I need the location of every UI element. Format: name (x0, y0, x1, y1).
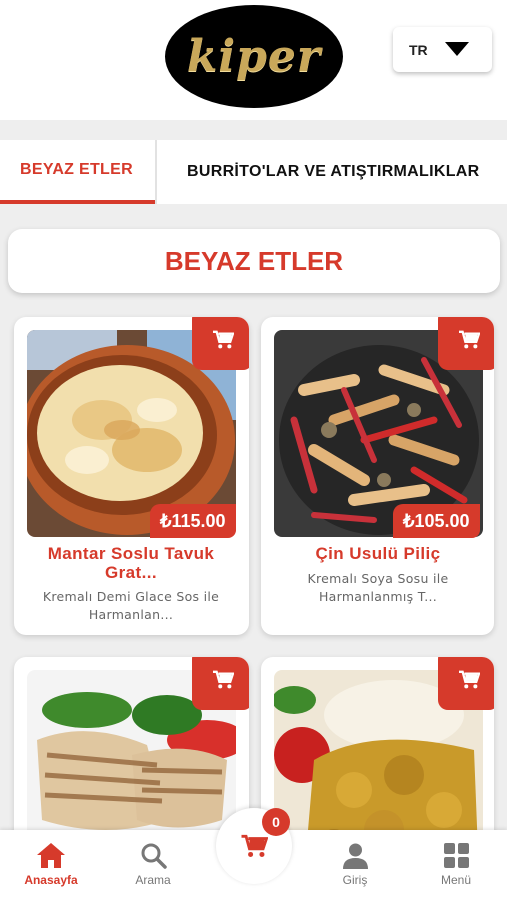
nav-home-label: Anasayfa (24, 873, 78, 887)
product-name[interactable]: Mantar Soslu Tavuk Grat... (24, 544, 238, 582)
product-description: Kremalı Demi Glace Sos ile Harmanlan... (42, 589, 220, 622)
nav-login[interactable]: Giriş (315, 842, 395, 887)
product-card[interactable]: ₺105.00 Çin Usulü Piliç Kremalı Soya Sos… (261, 317, 494, 635)
add-to-cart-button[interactable] (192, 317, 249, 370)
nav-search[interactable]: Arama (113, 842, 193, 887)
language-selector[interactable]: TR (393, 27, 492, 72)
nav-home[interactable]: Anasayfa (11, 842, 91, 887)
section-title: BEYAZ ETLER (164, 245, 344, 276)
cart-count-badge: 0 (262, 808, 290, 836)
cart-icon (458, 670, 480, 688)
nav-menu-label: Menü (440, 873, 472, 887)
cart-icon (241, 834, 268, 857)
product-card[interactable]: ₺115.00 Mantar Soslu Tavuk Grat... Krema… (14, 317, 249, 635)
price-tag: ₺115.00 (150, 504, 236, 538)
app-header: kiper TR (0, 0, 507, 120)
product-card[interactable] (14, 657, 249, 857)
product-description: Kremalı Soya Sosu ile Harmanlanmış T... (307, 571, 449, 604)
caret-down-icon (445, 42, 469, 56)
product-name[interactable]: Çin Usulü Piliç (271, 544, 485, 563)
product-card[interactable] (261, 657, 494, 857)
add-to-cart-button[interactable] (438, 317, 494, 370)
tab-beyaz-etler[interactable]: BEYAZ ETLER (0, 140, 155, 204)
add-to-cart-button[interactable] (192, 657, 249, 710)
cart-icon (458, 330, 480, 348)
language-label: TR (409, 41, 428, 58)
tab-burritolar[interactable]: BURRİTO'LAR VE ATIŞTIRMALIKLAR (157, 140, 480, 204)
price-tag: ₺105.00 (393, 504, 480, 538)
add-to-cart-button[interactable] (438, 657, 494, 710)
search-icon (141, 843, 167, 869)
cart-icon (212, 670, 234, 688)
home-icon (37, 843, 65, 868)
logo-text: kiper (186, 31, 322, 82)
user-icon (342, 843, 368, 869)
category-tabs: BEYAZ ETLER BURRİTO'LAR VE ATIŞTIRMALIKL… (0, 140, 507, 204)
grid-icon (443, 843, 469, 868)
section-header: BEYAZ ETLER (8, 229, 500, 293)
nav-menu[interactable]: Menü (416, 842, 496, 887)
nav-login-label: Giriş (342, 873, 368, 887)
cart-icon (212, 330, 234, 348)
brand-logo[interactable]: kiper (165, 5, 343, 108)
nav-search-label: Arama (135, 873, 171, 887)
